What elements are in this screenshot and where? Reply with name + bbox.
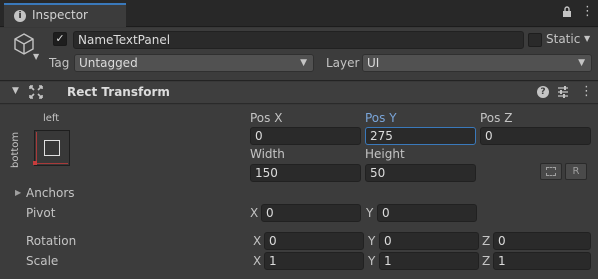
pivot-x-field[interactable]: 0	[261, 204, 361, 222]
anchor-preset-button[interactable]	[33, 130, 70, 166]
tab-inspector[interactable]: i Inspector	[4, 3, 126, 27]
layer-label: Layer	[326, 56, 360, 70]
pos-z-field[interactable]: 0	[480, 127, 591, 145]
pos-y-field[interactable]: 275	[365, 127, 476, 145]
pivot-y-field[interactable]: 0	[377, 204, 477, 222]
rotation-z-label: Z	[482, 234, 491, 248]
scale-y-field[interactable]: 1	[379, 252, 479, 270]
tag-value: Untagged	[79, 56, 138, 70]
icon-dropdown-arrow-icon[interactable]: ▼	[33, 52, 39, 61]
scale-x-field[interactable]: 1	[264, 252, 364, 270]
rect-transform-icon	[29, 85, 43, 102]
scale-z-field[interactable]: 1	[493, 252, 591, 270]
rotation-label: Rotation	[26, 234, 77, 248]
kebab-menu-icon[interactable]: ⋮	[581, 4, 594, 19]
layer-value: UI	[367, 56, 380, 70]
pivot-x-label: X	[250, 206, 259, 220]
anchor-rect-icon	[44, 140, 60, 156]
static-checkbox[interactable]	[528, 33, 542, 47]
tab-label: Inspector	[32, 8, 88, 22]
tag-dropdown[interactable]: Untagged ▼	[74, 54, 314, 72]
rotation-y-field[interactable]: 0	[379, 232, 479, 250]
rotation-y-label: Y	[368, 234, 376, 248]
height-field[interactable]: 50	[365, 164, 476, 182]
gameobject-name-field[interactable]: NameTextPanel	[73, 31, 524, 49]
blueprint-icon	[546, 167, 556, 176]
pivot-y-label: Y	[366, 206, 374, 220]
pos-x-label: Pos X	[250, 111, 283, 125]
static-dropdown-arrow-icon[interactable]: ▼	[584, 34, 590, 43]
raw-edit-button[interactable]: R	[565, 163, 587, 180]
pos-x-field[interactable]: 0	[250, 127, 361, 145]
kebab-menu-icon[interactable]: ⋮	[580, 84, 593, 99]
anchor-dot	[33, 161, 37, 165]
anchors-label[interactable]: Anchors	[26, 186, 75, 200]
lock-icon[interactable]	[562, 6, 572, 21]
scale-y-label: Y	[368, 254, 376, 268]
pos-z-label: Pos Z	[480, 111, 513, 125]
scale-x-label: X	[253, 254, 262, 268]
rotation-x-field[interactable]: 0	[264, 232, 364, 250]
divider	[0, 80, 598, 81]
active-checkbox[interactable]: ✓	[53, 32, 67, 46]
tab-bar: i Inspector ⋮	[0, 0, 598, 27]
anchor-horizontal-label: left	[43, 113, 60, 124]
rotation-z-field[interactable]: 0	[493, 232, 591, 250]
scale-z-label: Z	[482, 254, 491, 268]
chevron-down-icon: ▼	[578, 58, 585, 68]
width-label: Width	[250, 147, 285, 161]
scale-label: Scale	[26, 254, 59, 268]
component-title: Rect Transform	[67, 85, 170, 99]
width-field[interactable]: 150	[250, 164, 361, 182]
blueprint-mode-button[interactable]	[540, 163, 562, 180]
chevron-down-icon: ▼	[300, 58, 307, 68]
info-icon: i	[14, 10, 26, 22]
anchor-vertical-label: bottom	[10, 131, 21, 168]
anchors-foldout-arrow-icon[interactable]: ▶	[15, 188, 21, 197]
foldout-arrow-icon[interactable]: ▼	[12, 86, 19, 96]
preset-sliders-icon[interactable]	[557, 85, 569, 102]
layer-dropdown[interactable]: UI ▼	[362, 54, 592, 72]
gameobject-header: ▼ ✓ NameTextPanel Static ▼ Tag Untagged …	[0, 28, 598, 80]
help-icon[interactable]: ?	[537, 86, 549, 98]
pos-y-label: Pos Y	[365, 111, 397, 125]
static-label: Static	[546, 32, 581, 46]
height-label: Height	[365, 147, 405, 161]
pivot-label: Pivot	[26, 206, 56, 220]
tag-label: Tag	[49, 56, 70, 70]
rotation-x-label: X	[253, 234, 262, 248]
component-header[interactable]: ▼ Rect Transform ? ⋮	[0, 82, 598, 104]
